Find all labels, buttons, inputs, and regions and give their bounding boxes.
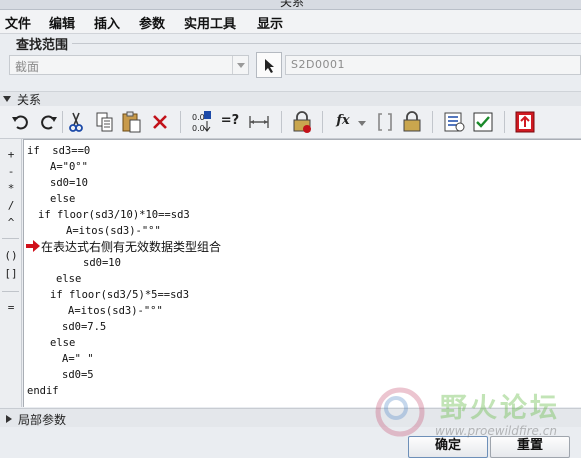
code-line: endif	[27, 385, 59, 397]
menu-parameters[interactable]: 参数	[139, 13, 165, 32]
copy-icon[interactable]	[93, 110, 117, 134]
chevron-down-icon	[358, 121, 366, 126]
relations-toolbar: 0.0 0.0 =? fx	[0, 106, 581, 139]
cut-icon[interactable]	[64, 110, 88, 134]
toolbar-separator	[322, 111, 323, 133]
scope-select[interactable]: 截面	[9, 55, 249, 75]
code-line: if floor(sd3/5)*5==sd3	[50, 289, 190, 301]
operator-separator	[2, 291, 19, 292]
relations-editor[interactable]: if sd3==0 A="0°" sd0=10 else if floor(sd…	[23, 139, 581, 407]
function-label: fx	[336, 113, 350, 128]
operator-minus[interactable]: -	[0, 165, 22, 178]
local-params-header[interactable]: 局部参数	[0, 408, 581, 427]
code-line: sd0=10	[83, 257, 121, 269]
delete-icon[interactable]	[148, 110, 172, 134]
code-line: if sd3==0	[27, 145, 91, 157]
error-message: 在表达式右侧有无效数据类型组合	[41, 240, 222, 254]
paste-icon[interactable]	[120, 110, 144, 134]
toolbar-separator	[432, 111, 433, 133]
code-line: sd0=10	[50, 177, 88, 189]
model-field-value: S2D0001	[291, 58, 345, 71]
operator-brackets[interactable]: []	[0, 267, 22, 280]
verify-icon[interactable]	[471, 110, 495, 134]
window-title: 关系	[280, 0, 305, 9]
section-divider	[72, 43, 581, 44]
code-line: A=itos(sd3)-"°"	[66, 225, 161, 237]
operator-divide[interactable]: /	[0, 199, 22, 212]
toolbar-separator	[180, 111, 181, 133]
operator-power[interactable]: ^	[0, 216, 22, 229]
operator-separator	[2, 238, 19, 239]
parameter-lock-icon[interactable]	[400, 110, 424, 134]
export-icon[interactable]	[513, 110, 537, 134]
expand-triangle-icon[interactable]	[6, 415, 12, 423]
display-icon[interactable]	[442, 110, 466, 134]
operator-plus[interactable]: +	[0, 148, 22, 161]
menu-edit[interactable]: 编辑	[49, 13, 75, 32]
function-icon[interactable]: fx	[331, 110, 355, 134]
title-bar: 关系	[0, 0, 581, 10]
cursor-arrow-icon	[265, 59, 274, 73]
menu-insert[interactable]: 插入	[94, 13, 120, 32]
menu-display[interactable]: 显示	[257, 13, 283, 32]
code-line: sd0=5	[62, 369, 94, 381]
code-line: sd0=7.5	[62, 321, 107, 333]
model-field[interactable]: S2D0001	[285, 55, 581, 75]
code-line: else	[56, 273, 82, 285]
function-dropdown[interactable]	[355, 110, 369, 134]
evaluate-label: =?	[220, 113, 240, 128]
operator-equals[interactable]: =	[0, 301, 22, 314]
relations-section-header[interactable]: 关系	[0, 91, 581, 107]
menu-utilities[interactable]: 实用工具	[184, 13, 236, 32]
code-line: A=itos(sd3)-"°"	[68, 305, 163, 317]
scope-select-value: 截面	[15, 60, 40, 74]
lock-icon[interactable]	[290, 110, 314, 134]
code-line: A="0°"	[50, 161, 88, 173]
reset-button[interactable]: 重置	[490, 436, 570, 458]
search-range-title: 查找范围	[16, 38, 69, 53]
svg-text:0.0: 0.0	[192, 124, 205, 133]
toolbar-separator	[504, 111, 505, 133]
menu-bar: 文件 编辑 插入 参数 实用工具 显示	[0, 10, 581, 34]
redo-icon[interactable]	[36, 110, 60, 134]
toolbar-separator	[281, 111, 282, 133]
toolbar-separator	[62, 111, 63, 133]
collapse-triangle-icon[interactable]	[3, 96, 11, 102]
operator-parentheses[interactable]: ()	[0, 249, 22, 262]
pick-model-button[interactable]	[256, 52, 282, 78]
dimension-icon[interactable]	[247, 110, 271, 134]
code-line: A=" "	[62, 353, 94, 365]
svg-text:0.0: 0.0	[192, 113, 205, 122]
error-arrow-icon	[26, 240, 40, 252]
sort-icon[interactable]: 0.0 0.0	[190, 110, 214, 134]
local-params-title: 局部参数	[18, 413, 67, 427]
code-line: else	[50, 337, 76, 349]
code-line: if floor(sd3/10)*10==sd3	[38, 209, 190, 221]
ok-button[interactable]: 确定	[408, 436, 488, 458]
bracket-icon[interactable]	[373, 110, 397, 134]
evaluate-icon[interactable]: =?	[218, 110, 242, 134]
operator-bar: + - * / ^ () [] =	[0, 139, 22, 407]
chevron-down-icon[interactable]	[232, 56, 248, 74]
operator-multiply[interactable]: *	[0, 182, 22, 195]
undo-icon[interactable]	[9, 110, 33, 134]
code-line: else	[50, 193, 76, 205]
menu-file[interactable]: 文件	[5, 13, 31, 32]
